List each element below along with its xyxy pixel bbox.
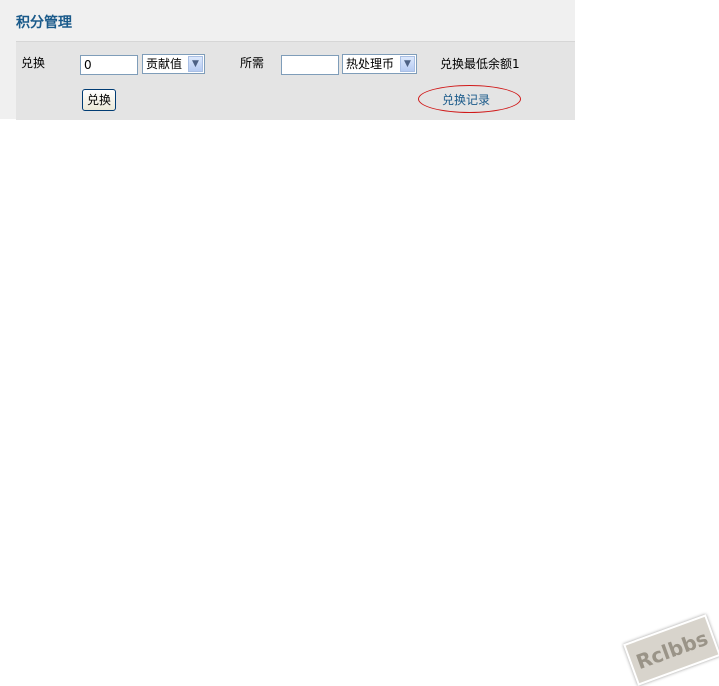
to-currency-select[interactable]: 热处理币 ▼ bbox=[342, 54, 417, 74]
chevron-down-icon: ▼ bbox=[188, 56, 203, 72]
exchange-amount-input[interactable] bbox=[80, 55, 138, 75]
exchange-label: 兑换 bbox=[21, 56, 46, 70]
watermark-logo: Rclbbs bbox=[623, 614, 719, 686]
chevron-down-icon: ▼ bbox=[400, 56, 415, 72]
from-currency-value: 贡献值 bbox=[146, 57, 183, 71]
required-label: 所需 bbox=[240, 56, 265, 70]
from-currency-select[interactable]: 贡献值 ▼ bbox=[142, 54, 205, 74]
exchange-button[interactable]: 兑换 bbox=[82, 89, 116, 111]
minimum-balance-note: 兑换最低余额1 bbox=[440, 57, 520, 71]
to-currency-value: 热处理币 bbox=[346, 57, 395, 71]
required-amount-input[interactable] bbox=[281, 55, 339, 75]
highlight-ellipse bbox=[418, 85, 521, 113]
panel-title: 积分管理 bbox=[16, 15, 72, 31]
